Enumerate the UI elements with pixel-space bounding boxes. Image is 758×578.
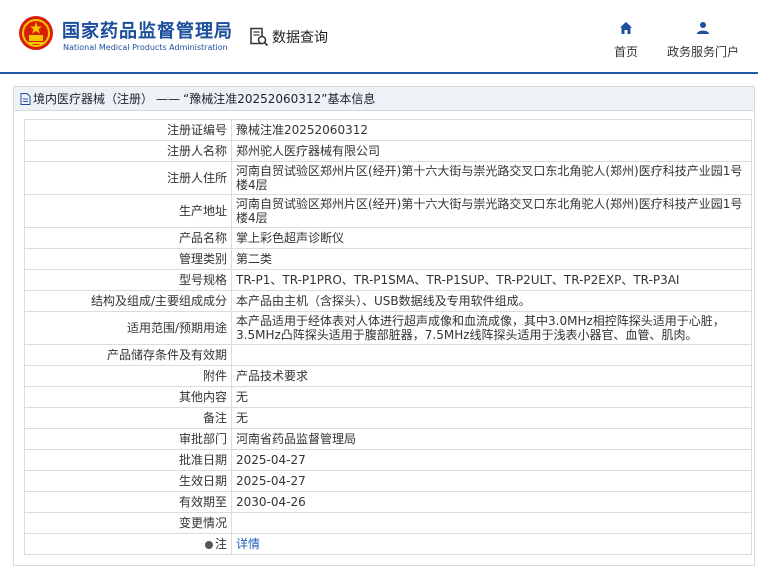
field-value: 产品技术要求: [231, 365, 752, 387]
field-value: 河南省药品监督管理局: [231, 428, 752, 450]
field-value: 河南自贸试验区郑州片区(经开)第十六大街与崇光路交叉口东北角驼人(郑州)医疗科技…: [231, 194, 752, 228]
field-label: 生产地址: [24, 194, 232, 228]
table-row: 型号规格 TR-P1、TR-P1PRO、TR-P1SMA、TR-P1SUP、TR-…: [24, 269, 752, 291]
data-query-label: 数据查询: [272, 30, 328, 46]
user-icon: [697, 22, 709, 34]
registration-info-table: 注册证编号 豫械注准20252060312 注册人名称 郑州驼人医疗器械有限公司 注…: [24, 119, 752, 555]
home-icon: [620, 22, 632, 34]
table-row: 生效日期 2025-04-27: [24, 470, 752, 492]
table-row: 适用范围/预期用途 本产品适用于经体表对人体进行超声成像和血流成像，其中3.0MH…: [24, 311, 752, 345]
nav-service-portal[interactable]: 政务服务门户: [660, 20, 746, 60]
agency-title-en: National Medical Products Administration: [63, 43, 228, 52]
note-label: 注: [214, 537, 227, 551]
nav-service-label: 政务服务门户: [666, 45, 739, 59]
field-value: [231, 512, 752, 534]
field-value: TR-P1、TR-P1PRO、TR-P1SMA、TR-P1SUP、TR-P2UL…: [231, 269, 752, 291]
table-row: 有效期至 2030-04-26: [24, 491, 752, 513]
breadcrumb-record: “豫械注准20252060312”基本信息: [183, 92, 376, 106]
table-row: 附件 产品技术要求: [24, 365, 752, 387]
breadcrumb-category[interactable]: 境内医疗器械（注册）: [33, 90, 153, 107]
field-value: 2025-04-27: [231, 449, 752, 471]
breadcrumb-separator: ——: [156, 91, 181, 106]
table-row: 批准日期 2025-04-27: [24, 449, 752, 471]
field-value: 2030-04-26: [231, 491, 752, 513]
note-row: 注 详情: [24, 533, 752, 555]
nav-home-label: 首页: [613, 45, 638, 59]
field-label: 注册人名称: [24, 140, 232, 162]
table-row: 注册证编号 豫械注准20252060312: [24, 119, 752, 141]
field-label: 管理类别: [24, 248, 232, 270]
field-value: 本产品适用于经体表对人体进行超声成像和血流成像，其中3.0MHz相控阵探头适用于…: [231, 311, 752, 345]
bullet-icon: [204, 541, 213, 549]
field-label: 其他内容: [24, 386, 232, 408]
field-label: 型号规格: [24, 269, 232, 291]
field-value: [231, 344, 752, 366]
field-value: 郑州驼人医疗器械有限公司: [231, 140, 752, 162]
field-label: 有效期至: [24, 491, 232, 513]
site-header: 国家药品监督管理局 National Medical Products Admi…: [0, 0, 758, 72]
table-row: 产品储存条件及有效期: [24, 344, 752, 366]
field-value: 本产品由主机（含探头）、USB数据线及专用软件组成。: [231, 290, 752, 312]
data-query-icon: [250, 27, 269, 47]
field-label: 注册人住所: [24, 161, 232, 195]
table-row: 审批部门 河南省药品监督管理局: [24, 428, 752, 450]
field-value: 无: [231, 407, 752, 429]
nav-home[interactable]: 首页: [608, 20, 644, 60]
note-label-cell: 注: [24, 533, 232, 555]
field-value: 掌上彩色超声诊断仪: [231, 227, 752, 249]
field-label: 生效日期: [24, 470, 232, 492]
field-value: 河南自贸试验区郑州片区(经开)第十六大街与崇光路交叉口东北角驼人(郑州)医疗科技…: [231, 161, 752, 195]
details-link[interactable]: 详情: [236, 537, 260, 551]
table-row: 注册人名称 郑州驼人医疗器械有限公司: [24, 140, 752, 162]
table-row: 结构及组成/主要组成成分 本产品由主机（含探头）、USB数据线及专用软件组成。: [24, 290, 752, 312]
table-row: 其他内容无: [24, 386, 752, 408]
field-label: 适用范围/预期用途: [24, 311, 232, 345]
field-value: 无: [231, 386, 752, 408]
field-label: 结构及组成/主要组成成分: [24, 290, 232, 312]
detail-panel: 境内医疗器械（注册） —— “豫械注准20252060312”基本信息 注册证编…: [13, 86, 755, 566]
field-label: 审批部门: [24, 428, 232, 450]
table-row: 管理类别 第二类: [24, 248, 752, 270]
field-label: 注册证编号: [24, 119, 232, 141]
field-label: 批准日期: [24, 449, 232, 471]
table-row: 产品名称 掌上彩色超声诊断仪: [24, 227, 752, 249]
field-value: 2025-04-27: [231, 470, 752, 492]
field-label: 产品名称: [24, 227, 232, 249]
field-label: 附件: [24, 365, 232, 387]
table-row: 变更情况: [24, 512, 752, 534]
table-row: 生产地址 河南自贸试验区郑州片区(经开)第十六大街与崇光路交叉口东北角驼人(郑州)…: [24, 194, 752, 228]
field-label: 产品储存条件及有效期: [24, 344, 232, 366]
national-emblem-icon: [19, 16, 53, 50]
document-icon: [20, 92, 31, 105]
field-value: 豫械注准20252060312: [231, 119, 752, 141]
field-label: 备注: [24, 407, 232, 429]
field-value: 第二类: [231, 248, 752, 270]
table-row: 备注无: [24, 407, 752, 429]
breadcrumb: 境内医疗器械（注册） —— “豫械注准20252060312”基本信息: [14, 87, 754, 111]
agency-title: 国家药品监督管理局: [62, 21, 233, 42]
field-label: 变更情况: [24, 512, 232, 534]
table-row: 注册人住所 河南自贸试验区郑州片区(经开)第十六大街与崇光路交叉口东北角驼人(郑州…: [24, 161, 752, 195]
data-query-link[interactable]: 数据查询: [249, 26, 328, 48]
note-value-cell: 详情: [231, 533, 752, 555]
header-divider: [0, 72, 758, 74]
